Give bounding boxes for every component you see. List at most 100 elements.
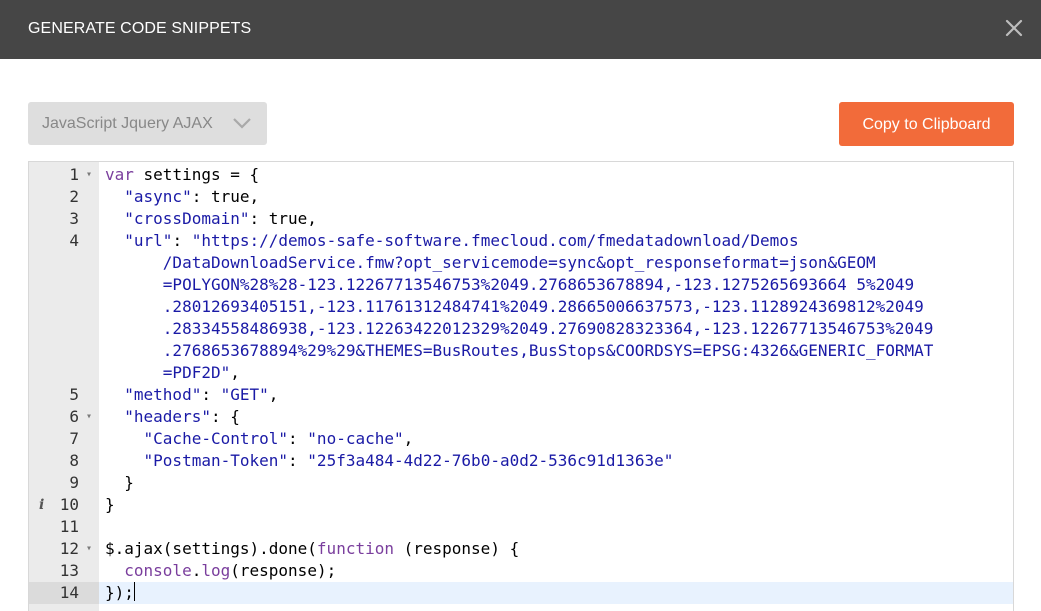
code-line: 8 "Postman-Token": "25f3a484-4d22-76b0-a…	[29, 450, 1013, 472]
code-token: }	[105, 495, 115, 514]
code-line: 2 "async": true,	[29, 186, 1013, 208]
code-token: log	[201, 561, 231, 580]
code-token: "https://demos-safe-software.fmecloud.co…	[191, 231, 799, 250]
code-token: :	[288, 429, 308, 448]
code-token: "GET"	[220, 385, 269, 404]
code-text: $.ajax(settings).done(function (response…	[105, 538, 519, 560]
code-token: ,	[268, 385, 279, 404]
code-line: .28334558486938,-123.12263422012329%2049…	[29, 318, 1013, 340]
code-line: .28012693405151,-123.11761312484741%2049…	[29, 296, 1013, 318]
gutter-cell: 13	[29, 560, 99, 582]
code-token: "25f3a484-4d22-76b0-a0d2-536c91d1363e"	[307, 451, 674, 470]
code-line: /DataDownloadService.fmw?opt_servicemode…	[29, 252, 1013, 274]
code-token: "async"	[124, 187, 192, 206]
code-token: .28334558486938,-123.12263422012329%2049…	[105, 319, 934, 338]
line-number: 12	[59, 539, 79, 558]
code-text: var settings = {	[105, 164, 259, 186]
code-token: "no-cache"	[307, 429, 404, 448]
code-token: }	[105, 473, 134, 492]
gutter-cell: 12 ▾	[29, 538, 99, 560]
line-number: 7	[69, 429, 79, 448]
code-token: .	[191, 561, 202, 580]
code-token: var	[105, 165, 134, 184]
code-token: "crossDomain"	[124, 209, 250, 228]
fold-toggle-icon[interactable]: ▾	[86, 538, 92, 560]
gutter-cell	[29, 362, 99, 384]
fold-toggle-icon[interactable]: ▾	[86, 164, 92, 186]
language-select-value: JavaScript Jquery AJAX	[42, 115, 213, 132]
code-text: "headers": {	[105, 406, 240, 428]
line-number: 4	[69, 231, 79, 250]
code-text: }	[105, 472, 134, 494]
line-number: 5	[69, 385, 79, 404]
code-line: 11	[29, 516, 1013, 538]
code-token: "url"	[124, 231, 173, 250]
code-text: "async": true,	[105, 186, 259, 208]
dialog-title: GENERATE CODE SNIPPETS	[28, 20, 252, 37]
language-select[interactable]: JavaScript Jquery AJAX	[28, 102, 267, 145]
gutter-cell	[29, 296, 99, 318]
code-text: "crossDomain": true,	[105, 208, 317, 230]
gutter-cell: 1 ▾	[29, 164, 99, 186]
code-token: settings	[133, 165, 231, 184]
close-icon[interactable]	[1001, 15, 1027, 41]
gutter-cell: 8	[29, 450, 99, 472]
line-number: 3	[69, 209, 79, 228]
info-icon[interactable]: i	[39, 494, 44, 516]
gutter-cell: 3	[29, 208, 99, 230]
line-number: 9	[69, 473, 79, 492]
fold-toggle-icon[interactable]: ▾	[86, 406, 92, 428]
code-line: 9 }	[29, 472, 1013, 494]
text-cursor	[133, 582, 135, 601]
gutter-cell: 7	[29, 428, 99, 450]
code-token: /DataDownloadService.fmw?opt_servicemode…	[105, 253, 876, 272]
code-token: (response) {	[393, 539, 520, 558]
code-token: });	[105, 583, 134, 602]
code-text: }	[105, 494, 115, 516]
code-token: ,	[403, 429, 414, 448]
line-number: 13	[59, 561, 79, 580]
code-token: : true,	[249, 209, 317, 228]
code-token: function	[316, 539, 394, 558]
code-line: 13 console.log(response);	[29, 560, 1013, 582]
code-token: console	[124, 561, 192, 580]
code-text: .28012693405151,-123.11761312484741%2049…	[105, 296, 924, 318]
code-line: .2768653678894%29%29&THEMES=BusRoutes,Bu…	[29, 340, 1013, 362]
code-text: "method": "GET",	[105, 384, 278, 406]
code-token: .2768653678894%29%29&THEMES=BusRoutes,Bu…	[105, 341, 934, 360]
code-line: 7 "Cache-Control": "no-cache",	[29, 428, 1013, 450]
code-line: =POLYGON%28%28-123.12267713546753%2049.2…	[29, 274, 1013, 296]
code-line: i 10}	[29, 494, 1013, 516]
gutter-cell	[29, 274, 99, 296]
code-text: });	[105, 582, 135, 604]
copy-to-clipboard-button[interactable]: Copy to Clipboard	[839, 102, 1014, 146]
code-text: =POLYGON%28%28-123.12267713546753%2049.2…	[105, 274, 914, 296]
gutter-cell: 6 ▾	[29, 406, 99, 428]
code-token: = {	[230, 165, 260, 184]
code-line: 6 ▾ "headers": {	[29, 406, 1013, 428]
code-text: .2768653678894%29%29&THEMES=BusRoutes,Bu…	[105, 340, 934, 362]
code-text: console.log(response);	[105, 560, 336, 582]
line-number: 11	[59, 517, 79, 536]
code-token: .28012693405151,-123.11761312484741%2049…	[105, 297, 924, 316]
code-text: "Cache-Control": "no-cache",	[105, 428, 414, 450]
gutter-cell	[29, 318, 99, 340]
line-number: 1	[69, 165, 79, 184]
code-editor[interactable]: 1 ▾ var settings = {2 "async": true, 3 "cro…	[28, 161, 1014, 611]
code-lines: 1 ▾ var settings = {2 "async": true, 3 "cro…	[29, 164, 1013, 604]
code-token: "Cache-Control"	[143, 429, 289, 448]
line-number: 8	[69, 451, 79, 470]
gutter-cell: 9	[29, 472, 99, 494]
line-number: 10	[59, 495, 79, 514]
gutter-cell: 11	[29, 516, 99, 538]
code-token: :	[288, 451, 308, 470]
gutter-cell: i 10	[29, 494, 99, 516]
code-token: : true,	[191, 187, 260, 206]
code-text: /DataDownloadService.fmw?opt_servicemode…	[105, 252, 876, 274]
